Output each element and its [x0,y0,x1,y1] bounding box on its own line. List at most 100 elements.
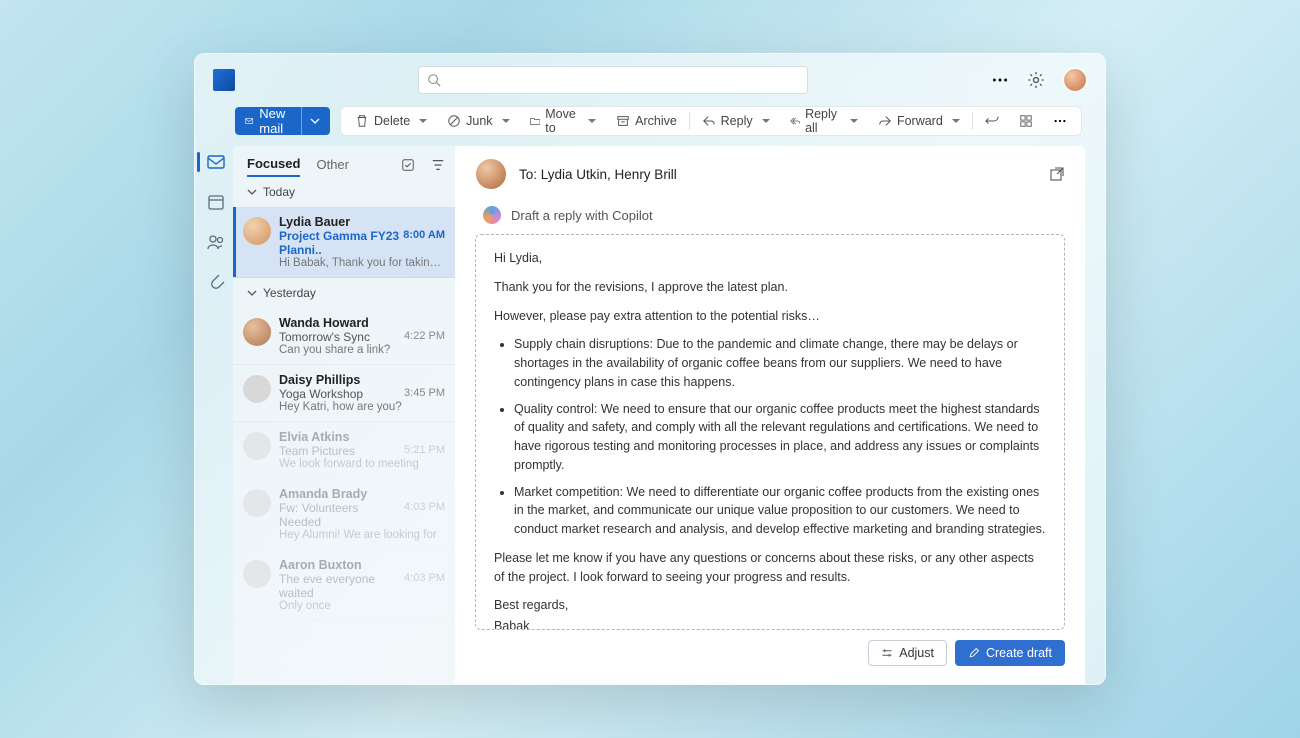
draft-bullet: Market competition: We need to different… [514,483,1046,539]
mail-item[interactable]: Daisy Phillips Yoga Workshop 3:45 PM Hey … [233,365,455,422]
to-line: To: Lydia Utkin, Henry Brill [519,167,677,182]
overflow-button[interactable] [1045,110,1075,132]
chevron-down-icon [247,187,257,197]
delete-button[interactable]: Delete [347,110,435,132]
draft-paragraph: However, please pay extra attention to t… [494,307,1046,326]
mail-time: 4:22 PM [404,330,445,344]
to-label: To: [519,167,541,182]
adjust-button[interactable]: Adjust [868,640,947,666]
copilot-prompt-row[interactable]: Draft a reply with Copilot [475,200,1065,234]
archive-button[interactable]: Archive [608,110,685,132]
create-draft-label: Create draft [986,646,1052,660]
trash-icon [355,114,369,128]
mail-preview: Hi Babak, Thank you for taking the [279,257,445,269]
mail-preview: Only once [279,600,445,612]
sender-avatar [243,217,271,245]
mail-time: 5:21 PM [404,444,445,458]
move-to-label: Move to [545,107,579,135]
group-yesterday[interactable]: Yesterday [233,278,455,308]
settings-gear-icon[interactable] [1027,71,1045,89]
copilot-icon [483,206,501,224]
reply-label: Reply [721,114,753,128]
view-button[interactable] [1011,110,1041,132]
reply-button[interactable]: Reply [694,110,778,132]
forward-button[interactable]: Forward [870,110,968,132]
mail-item[interactable]: Amanda Brady Fw: Volunteers Needed4:03 P… [233,479,455,550]
mail-time: 4:03 PM [404,572,445,600]
forward-icon [878,114,892,128]
select-all-icon[interactable] [401,158,415,172]
reading-header: To: Lydia Utkin, Henry Brill [475,158,1065,200]
mail-preview: Hey Alumni! We are looking for [279,529,445,541]
filter-icon[interactable] [431,158,445,172]
mail-preview: Can you share a link? [279,344,445,356]
toolbar: Delete Junk Move to Archive Reply Reply … [340,106,1082,136]
mail-from: Aaron Buxton [279,558,445,572]
draft-actions: Adjust Create draft [475,630,1065,666]
nav-files-icon[interactable] [206,272,226,292]
nav-people-icon[interactable] [206,232,226,252]
sliders-icon [881,647,893,659]
more-icon[interactable] [991,71,1009,89]
adjust-label: Adjust [899,646,934,660]
nav-mail-icon[interactable] [206,152,226,172]
copilot-prompt-text: Draft a reply with Copilot [511,208,653,223]
mail-time: 8:00 AM [403,229,445,257]
mail-item[interactable]: Wanda Howard Tomorrow's Sync 4:22 PM Can … [233,308,455,365]
mail-item[interactable]: Aaron Buxton The eve everyone waited4:03… [233,550,455,621]
move-to-button[interactable]: Move to [522,103,605,139]
separator [689,112,690,130]
group-today-label: Today [263,185,295,199]
folder-move-icon [530,114,541,128]
pen-icon [968,647,980,659]
group-today[interactable]: Today [233,177,455,207]
draft-paragraph: Please let me know if you have any quest… [494,549,1046,587]
grid-icon [1019,114,1033,128]
chevron-down-icon [247,288,257,298]
block-icon [447,114,461,128]
reading-pane: To: Lydia Utkin, Henry Brill Draft a rep… [455,146,1085,684]
titlebar-right [991,68,1087,92]
mail-item[interactable]: Elvia Atkins Team Pictures5:21 PM We loo… [233,422,455,479]
mail-item[interactable]: Lydia Bauer Project Gamma FY23 Planni..8… [233,207,455,278]
draft-greeting: Hi Lydia, [494,249,1046,268]
mail-subject: Project Gamma FY23 Planni.. [279,229,399,257]
outlook-window: New mail Delete Junk Move to Archive Rep… [194,53,1106,685]
reply-all-button[interactable]: Reply all [782,103,866,139]
sender-avatar [243,318,271,346]
outlook-logo-icon [213,69,235,91]
sender-avatar [243,432,271,460]
tab-other[interactable]: Other [316,153,349,176]
mail-subject: Yoga Workshop [279,387,363,401]
mail-from: Wanda Howard [279,316,445,330]
nav-calendar-icon[interactable] [206,192,226,212]
sender-avatar [243,375,271,403]
reply-icon [702,114,716,128]
copilot-draft-box: Hi Lydia, Thank you for the revisions, I… [475,234,1065,630]
delete-label: Delete [374,114,410,128]
mail-from: Amanda Brady [279,487,445,501]
mail-from: Daisy Phillips [279,373,445,387]
mail-icon [245,114,253,128]
new-mail-label: New mail [259,106,291,136]
junk-button[interactable]: Junk [439,110,517,132]
create-draft-button[interactable]: Create draft [955,640,1065,666]
nav-rail [199,146,233,684]
mail-preview: Hey Katri, how are you? [279,401,445,413]
mail-subject: The eve everyone waited [279,572,400,600]
mail-subject: Tomorrow's Sync [279,330,370,344]
undo-button[interactable] [977,110,1007,132]
junk-label: Junk [466,114,492,128]
user-avatar[interactable] [1063,68,1087,92]
popout-icon[interactable] [1049,166,1065,182]
new-mail-button[interactable]: New mail [235,107,330,135]
mail-time: 3:45 PM [404,387,445,401]
search-input[interactable] [418,66,808,94]
new-mail-dropdown[interactable] [301,107,326,135]
tab-focused[interactable]: Focused [247,152,300,177]
ribbon: New mail Delete Junk Move to Archive Rep… [195,102,1105,146]
inbox-tabs: Focused Other [233,146,455,177]
draft-bullets: Supply chain disruptions: Due to the pan… [494,335,1046,539]
archive-icon [616,114,630,128]
search-icon [427,73,441,87]
